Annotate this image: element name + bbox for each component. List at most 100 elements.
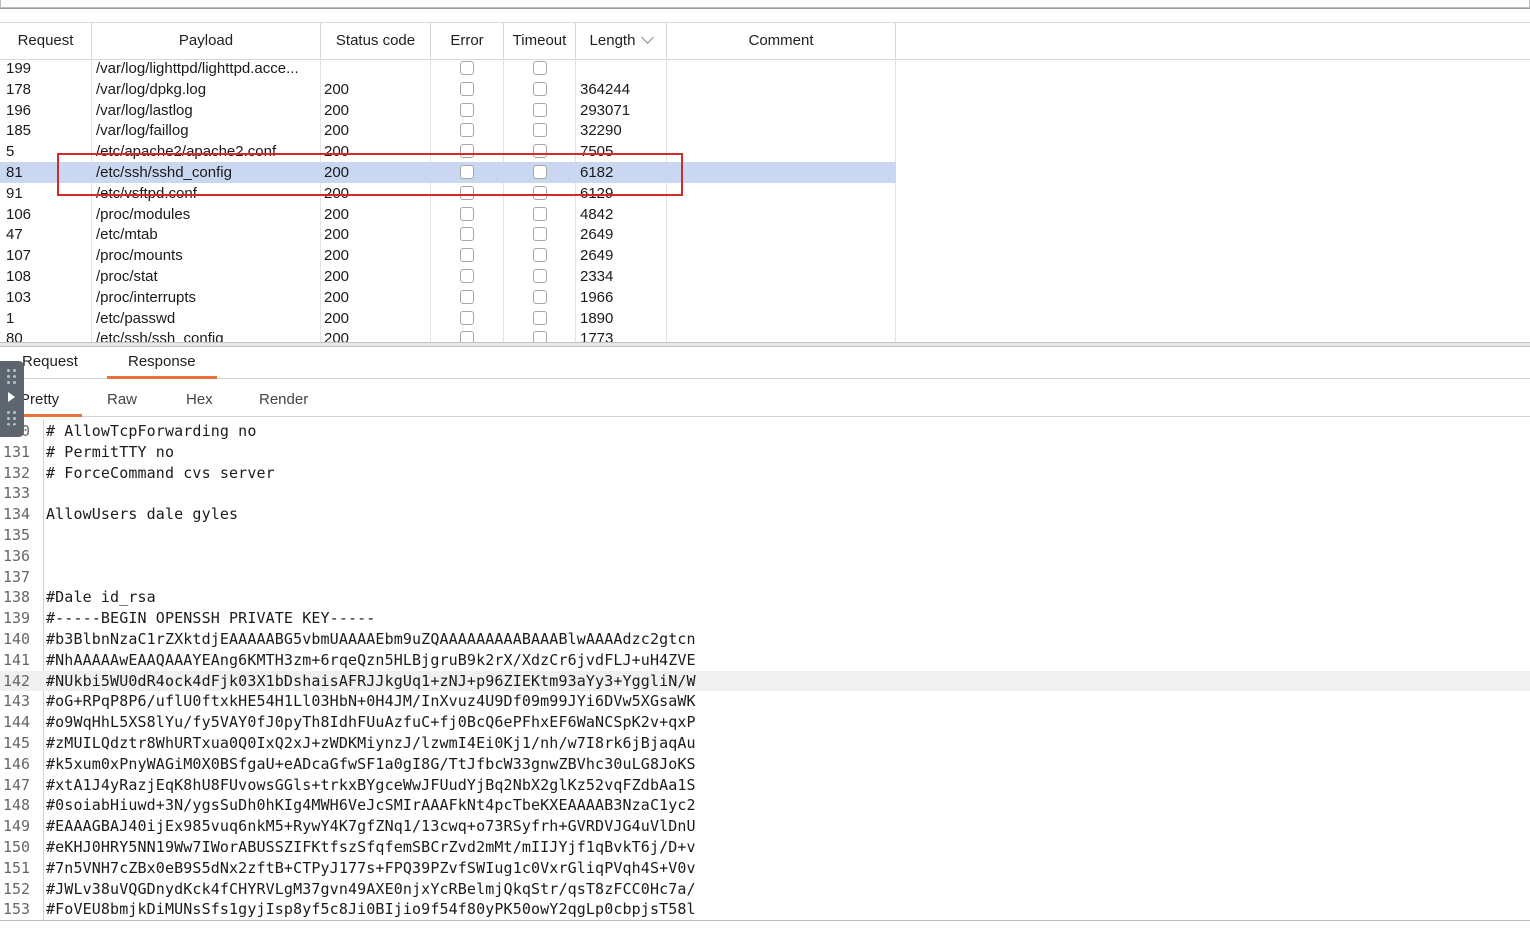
- highlight-annotation-box: [57, 153, 683, 196]
- line-number: 152: [3, 879, 31, 898]
- line-number: 146: [3, 754, 31, 773]
- timeout-checkbox[interactable]: [533, 123, 547, 138]
- error-checkbox[interactable]: [460, 227, 474, 242]
- tab-response[interactable]: Response: [107, 348, 216, 379]
- column-header-length[interactable]: Length: [576, 23, 667, 59]
- code-line: 137: [0, 567, 1530, 588]
- response-editor[interactable]: 130 # AllowTcpForwarding no 131 # PermitTTY…: [0, 420, 1530, 920]
- error-checkbox[interactable]: [460, 269, 474, 283]
- view-tabs: Pretty Raw Hex Render: [0, 384, 1530, 417]
- cell-status-code: [324, 58, 424, 79]
- table-row[interactable]: 108/proc/stat 200 2334: [0, 266, 896, 287]
- play-icon[interactable]: [8, 392, 15, 402]
- line-number: 139: [3, 609, 31, 628]
- column-header-request[interactable]: Request: [0, 23, 92, 59]
- column-header-error[interactable]: Error: [431, 23, 504, 59]
- timeout-checkbox[interactable]: [533, 206, 547, 221]
- table-row[interactable]: 80/etc/ssh/ssh_config 200 1773: [0, 328, 896, 342]
- line-text: #k5xum0xPnyWAGiM0X0BSfgaU+eADcaGfwSF1a0g…: [46, 754, 696, 773]
- cell-payload: /var/log/lighttpd/lighttpd.acce...: [96, 60, 299, 77]
- code-line: 144 #o9WqHhL5XS8lYu/fy5VAY0fJ0pyTh8IdhFUu…: [0, 712, 1530, 733]
- cell-length: 293071: [580, 101, 631, 119]
- code-line: 153 #FoVEU8bmjkDiMUNsSfs1gyjIsp8yf5c8Ji0B…: [0, 899, 1530, 920]
- cell-status-code: 200: [324, 268, 350, 285]
- line-number: 147: [3, 775, 31, 794]
- message-tabs: Request Response: [0, 348, 1530, 379]
- cell-status-code: 200: [324, 205, 350, 223]
- line-text: #NhAAAAAwEAAQAAAYEAng6KMTH3zm+6rqeQzn5HL…: [46, 650, 696, 669]
- code-line: 136: [0, 546, 1530, 567]
- line-number: 133: [3, 484, 31, 503]
- cell-request: 185: [6, 122, 32, 140]
- table-row[interactable]: 1/etc/passwd 200 1890: [0, 308, 896, 329]
- cell-payload: /proc/modules: [96, 205, 191, 223]
- table-row[interactable]: 107/proc/mounts 200 2649: [0, 245, 896, 266]
- error-checkbox[interactable]: [460, 248, 474, 263]
- error-checkbox[interactable]: [460, 331, 474, 342]
- cell-length: 1773: [580, 330, 614, 342]
- line-text: #o9WqHhL5XS8lYu/fy5VAY0fJ0pyTh8IdhFUuAzf…: [46, 713, 696, 732]
- error-checkbox[interactable]: [460, 61, 474, 75]
- table-row[interactable]: 103/proc/interrupts 200 1966: [0, 287, 896, 308]
- column-header-comment[interactable]: Comment: [667, 23, 896, 59]
- timeout-checkbox[interactable]: [533, 81, 547, 96]
- error-checkbox[interactable]: [460, 102, 474, 117]
- code-line: 130 # AllowTcpForwarding no: [0, 421, 1530, 442]
- cell-payload: /proc/mounts: [96, 247, 183, 265]
- timeout-checkbox[interactable]: [533, 310, 547, 325]
- timeout-checkbox[interactable]: [533, 269, 547, 283]
- column-header-timeout[interactable]: Timeout: [504, 23, 576, 59]
- line-text: #oG+RPqP8P6/uflU0ftxkHE54H1Ll03HbN+0H4JM…: [46, 692, 696, 711]
- code-line: 142 #NUkbi5WU0dR4ock4dFjk03X1bDshaisAFRJJ…: [0, 670, 1530, 692]
- tab-render[interactable]: Render: [259, 384, 308, 416]
- line-text: # ForceCommand cvs server: [46, 463, 275, 482]
- tab-request[interactable]: Request: [22, 348, 78, 378]
- tab-hex[interactable]: Hex: [186, 384, 213, 416]
- cell-length: 364244: [580, 80, 631, 98]
- timeout-checkbox[interactable]: [533, 289, 547, 304]
- cell-payload: /etc/passwd: [96, 309, 176, 327]
- line-number: 137: [3, 567, 31, 586]
- error-checkbox[interactable]: [460, 81, 474, 96]
- error-checkbox[interactable]: [460, 289, 474, 304]
- cell-payload: /etc/ssh/ssh_config: [96, 330, 224, 342]
- cell-length: 2334: [580, 268, 614, 285]
- error-checkbox[interactable]: [460, 206, 474, 221]
- timeout-checkbox[interactable]: [533, 61, 547, 75]
- cell-length: 2649: [580, 247, 614, 265]
- split-divider[interactable]: [0, 342, 1530, 347]
- cell-length: 4842: [580, 205, 614, 223]
- code-line: 134 AllowUsers dale gyles: [0, 504, 1530, 525]
- tab-raw[interactable]: Raw: [107, 384, 137, 416]
- table-row[interactable]: 47/etc/mtab 200 2649: [0, 224, 896, 245]
- error-checkbox[interactable]: [460, 123, 474, 138]
- line-text: #zMUILQdztr8WhURTxua0Q0IxQ2xJ+zWDKMiynzJ…: [46, 734, 696, 752]
- code-line: 139 #-----BEGIN OPENSSH PRIVATE KEY-----: [0, 608, 1530, 629]
- code-line: 145 #zMUILQdztr8WhURTxua0Q0IxQ2xJ+zWDKMiy…: [0, 733, 1530, 754]
- top-panel-edge: [0, 0, 1530, 9]
- line-number: 151: [3, 858, 31, 877]
- table-row[interactable]: 178/var/log/dpkg.log 200 364244: [0, 79, 896, 100]
- tab-pretty[interactable]: Pretty: [0, 384, 83, 417]
- error-checkbox[interactable]: [460, 310, 474, 325]
- timeout-checkbox[interactable]: [533, 227, 547, 242]
- line-number: 138: [3, 588, 31, 607]
- cell-length: 1890: [580, 309, 614, 327]
- timeout-checkbox[interactable]: [533, 102, 547, 117]
- column-header-payload[interactable]: Payload: [92, 23, 321, 59]
- cell-payload: /proc/stat: [96, 268, 158, 285]
- line-text: #EAAAGBAJ40ijEx985vuq6nkM5+RywY4K7gfZNq1…: [46, 817, 696, 836]
- timeout-checkbox[interactable]: [533, 331, 547, 342]
- table-row[interactable]: 196/var/log/lastlog 200 293071: [0, 100, 896, 121]
- table-row[interactable]: 185/var/log/faillog 200 32290: [0, 120, 896, 141]
- table-row[interactable]: 106/proc/modules 200 4842: [0, 204, 896, 225]
- cell-request: 196: [6, 101, 32, 119]
- cell-payload: /var/log/lastlog: [96, 101, 193, 119]
- column-header-status-code[interactable]: Status code: [321, 23, 431, 59]
- cell-request: 108: [6, 268, 32, 285]
- table-row[interactable]: 199/var/log/lighttpd/lighttpd.acce...: [0, 58, 896, 79]
- code-line: 141 #NhAAAAAwEAAQAAAYEAng6KMTH3zm+6rqeQzn…: [0, 650, 1530, 671]
- line-text: #xtA1J4yRazjEqK8hU8FUvowsGGls+trkxBYgceW…: [46, 775, 696, 794]
- timeout-checkbox[interactable]: [533, 248, 547, 263]
- code-line: 150 #eKHJ0HRY5NN19Ww7IWorABUSSZIFKtfszSfq…: [0, 837, 1530, 858]
